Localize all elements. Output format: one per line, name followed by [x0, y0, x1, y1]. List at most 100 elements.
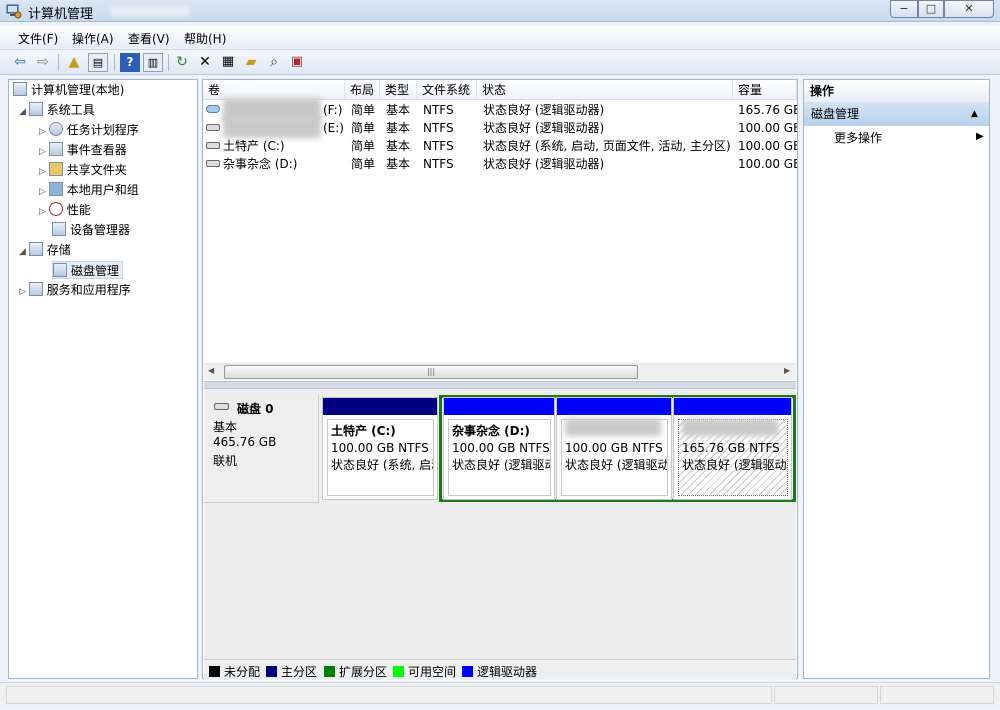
- collapse-up-icon[interactable]: ▲: [971, 102, 978, 126]
- menu-help[interactable]: 帮助(H): [184, 30, 226, 47]
- legend-label: 可用空间: [408, 665, 457, 679]
- collapsed-arrow-icon[interactable]: ▷: [39, 147, 49, 157]
- partition-size: 165.76 GB NTFS: [682, 441, 780, 455]
- shared-folder-icon: [48, 162, 63, 176]
- column-header-filesystem[interactable]: 文件系统: [417, 80, 477, 100]
- partition-status: 状态良好 (逻辑驱动: [682, 458, 787, 472]
- expanded-arrow-icon[interactable]: ◢: [19, 247, 29, 257]
- delete-icon[interactable]: ✕: [195, 53, 215, 72]
- partition-body: 土特产 (C:) 100.00 GB NTFS 状态良好 (系统, 启动: [327, 419, 434, 496]
- properties-icon[interactable]: ▦: [218, 53, 238, 72]
- search-icon[interactable]: ⌕: [264, 53, 284, 72]
- disk-icon: [214, 403, 229, 410]
- table-row[interactable]: 土特产 (C:) 简单 基本 NTFS 状态良好 (系统, 启动, 页面文件, …: [203, 137, 797, 155]
- drive-icon: [206, 124, 220, 131]
- volume-layout: 简单: [351, 103, 376, 117]
- minimize-button[interactable]: −: [890, 0, 918, 18]
- blurred-volume-label: [223, 116, 321, 138]
- computer-management-icon: [6, 4, 22, 19]
- tree-item-root[interactable]: 计算机管理(本地): [13, 81, 124, 99]
- table-row[interactable]: (E:) 简单 基本 NTFS 状态良好 (逻辑驱动器) 100.00 GB: [203, 116, 797, 138]
- partition-f[interactable]: 165.76 GB NTFS 状态良好 (逻辑驱动: [673, 397, 792, 500]
- volume-capacity: 100.00 GB: [738, 121, 797, 135]
- tree-label: 本地用户和组: [66, 183, 139, 197]
- pane-splitter[interactable]: [204, 381, 796, 389]
- column-header-type[interactable]: 类型: [380, 80, 417, 100]
- partition-status: 状态良好 (逻辑驱动: [452, 458, 551, 472]
- actions-pane: 操作 磁盘管理 ▲ 更多操作 ▶: [803, 79, 990, 679]
- horizontal-scrollbar[interactable]: ◀ ||| ▶: [204, 363, 796, 380]
- tree-label: 服务和应用程序: [46, 283, 131, 297]
- legend-swatch: [266, 666, 277, 677]
- scrollbar-thumb[interactable]: |||: [224, 365, 638, 379]
- export-icon[interactable]: ▣: [287, 53, 307, 72]
- volume-status: 状态良好 (系统, 启动, 页面文件, 活动, 主分区): [483, 139, 731, 153]
- device-manager-icon: [52, 222, 66, 236]
- volume-capacity: 100.00 GB: [738, 157, 797, 171]
- legend-item: 扩展分区: [324, 663, 387, 680]
- tree-label: 性能: [66, 203, 91, 217]
- computer-icon: [13, 82, 27, 96]
- column-header-status[interactable]: 状态: [477, 80, 733, 100]
- legend-label: 主分区: [281, 665, 318, 679]
- tree-item-shared-folders[interactable]: ▷ 共享文件夹: [39, 161, 127, 179]
- menu-view[interactable]: 查看(V): [128, 30, 170, 47]
- scroll-right-icon[interactable]: ▶: [784, 366, 790, 375]
- tree-item-storage[interactable]: ◢ 存储: [19, 241, 71, 259]
- disk-kind: 基本: [213, 420, 238, 434]
- tree-item-services-apps[interactable]: ▷ 服务和应用程序: [19, 281, 131, 299]
- show-hide-icon[interactable]: ▥: [143, 53, 163, 72]
- scroll-left-icon[interactable]: ◀: [208, 366, 214, 375]
- volume-fs: NTFS: [423, 157, 454, 171]
- volume-status: 状态良好 (逻辑驱动器): [483, 121, 605, 135]
- menu-file[interactable]: 文件(F): [18, 30, 58, 47]
- maximize-button[interactable]: □: [918, 0, 944, 18]
- column-header-capacity[interactable]: 容量: [733, 80, 797, 100]
- tree-item-device-manager[interactable]: 设备管理器: [52, 221, 130, 239]
- help-icon[interactable]: ?: [120, 53, 140, 72]
- volume-status: 状态良好 (逻辑驱动器): [483, 157, 605, 171]
- status-cell: [6, 686, 772, 704]
- partition-bar: [674, 398, 791, 415]
- volume-type: 基本: [386, 103, 411, 117]
- submenu-arrow-icon[interactable]: ▶: [976, 131, 984, 142]
- expanded-arrow-icon[interactable]: ◢: [19, 107, 29, 117]
- disk-info[interactable]: 磁盘 0 基本 465.76 GB 联机: [204, 395, 319, 503]
- status-cell: [774, 686, 878, 704]
- volume-layout: 简单: [351, 157, 376, 171]
- tree-item-disk-management[interactable]: 磁盘管理: [52, 261, 124, 279]
- collapsed-arrow-icon[interactable]: ▷: [39, 187, 49, 197]
- column-header-volume[interactable]: 卷: [203, 80, 345, 100]
- table-row[interactable]: 杂事杂念 (D:) 简单 基本 NTFS 状态良好 (逻辑驱动器) 100.00…: [203, 155, 797, 173]
- open-icon[interactable]: ▰: [241, 53, 261, 72]
- legend: 未分配 主分区 扩展分区 可用空间 逻辑驱动器: [204, 659, 796, 679]
- tree-item-performance[interactable]: ▷ 性能: [39, 201, 91, 219]
- blurred-partition-label: [682, 419, 778, 436]
- collapsed-arrow-icon[interactable]: ▷: [39, 127, 49, 137]
- collapsed-arrow-icon[interactable]: ▷: [39, 207, 49, 217]
- collapsed-arrow-icon[interactable]: ▷: [39, 167, 49, 177]
- menu-action[interactable]: 操作(A): [72, 30, 114, 47]
- up-folder-icon[interactable]: ▲: [64, 53, 84, 72]
- storage-icon: [28, 242, 43, 256]
- legend-swatch: [393, 666, 404, 677]
- forward-icon[interactable]: ⇨: [33, 53, 53, 72]
- tree-item-system-tools[interactable]: ◢ 系统工具: [19, 101, 95, 119]
- volume-type: 基本: [386, 121, 411, 135]
- collapsed-arrow-icon[interactable]: ▷: [19, 287, 29, 297]
- disk-management-icon: [53, 263, 67, 277]
- console-tree-icon[interactable]: ▤: [88, 53, 108, 72]
- partition-d[interactable]: 杂事杂念 (D:) 100.00 GB NTFS 状态良好 (逻辑驱动: [443, 397, 555, 500]
- more-actions-item[interactable]: 更多操作: [834, 130, 882, 146]
- tree-item-local-users[interactable]: ▷ 本地用户和组: [39, 181, 139, 199]
- partition-e[interactable]: 100.00 GB NTFS 状态良好 (逻辑驱动: [556, 397, 672, 500]
- partition-c[interactable]: 土特产 (C:) 100.00 GB NTFS 状态良好 (系统, 启动: [322, 397, 438, 500]
- close-button[interactable]: ✕: [944, 0, 994, 18]
- tree-item-event-viewer[interactable]: ▷ 事件查看器: [39, 141, 127, 159]
- tree-item-task-scheduler[interactable]: ▷ 任务计划程序: [39, 121, 139, 139]
- refresh-icon[interactable]: ↻: [172, 53, 192, 72]
- column-header-layout[interactable]: 布局: [345, 80, 380, 100]
- volume-fs: NTFS: [423, 121, 454, 135]
- back-icon[interactable]: ⇦: [10, 53, 30, 72]
- actions-section-disk-management[interactable]: 磁盘管理 ▲: [804, 102, 989, 126]
